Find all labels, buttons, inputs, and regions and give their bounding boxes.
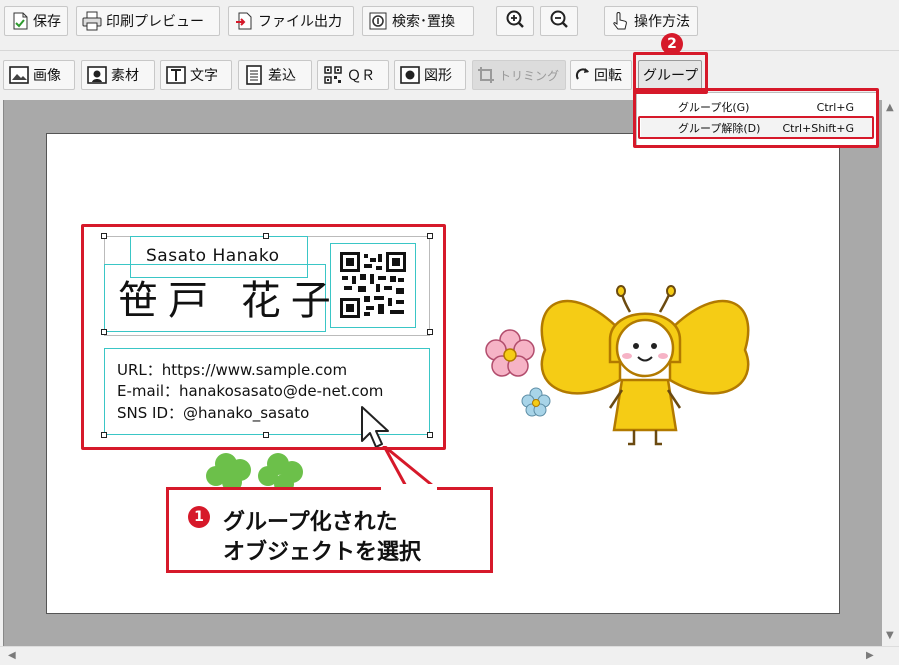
material-button[interactable]: 素材: [81, 60, 155, 90]
hand-pointer-icon: [609, 10, 631, 32]
search-replace-button[interactable]: 検索･置換: [362, 6, 474, 36]
scroll-up-arrow-icon[interactable]: ▲: [886, 102, 894, 113]
file-output-label: ファイル出力: [258, 14, 342, 30]
selected-group-highlight: [81, 224, 446, 450]
print-preview-button[interactable]: 印刷プレビュー: [76, 6, 220, 36]
merge-button[interactable]: 差込: [238, 60, 312, 90]
save-button[interactable]: 保存: [4, 6, 68, 36]
image-button[interactable]: 画像: [3, 60, 75, 90]
text-tool-icon: [165, 64, 187, 86]
material-label: 素材: [111, 68, 139, 84]
horizontal-scrollbar[interactable]: ◀ ▶: [0, 646, 899, 665]
scroll-down-arrow-icon[interactable]: ▼: [886, 630, 894, 641]
zoom-in-button[interactable]: [496, 6, 534, 36]
help-label: 操作方法: [634, 14, 690, 30]
save-label: 保存: [33, 14, 61, 30]
callout-line1: グループ化された: [223, 510, 398, 535]
step1-badge: 1: [188, 506, 210, 528]
print-preview-label: 印刷プレビュー: [106, 14, 204, 30]
merge-label: 差込: [268, 68, 296, 84]
rotate-button[interactable]: 回転: [570, 60, 632, 90]
material-icon: [86, 64, 108, 86]
trim-label: トリミング: [498, 68, 559, 83]
shape-icon: [399, 64, 421, 86]
shape-button[interactable]: 図形: [394, 60, 466, 90]
document-list-icon: [243, 64, 265, 86]
blue-flower-icon: [521, 387, 551, 417]
step1-callout: 1 グループ化された オブジェクトを選択: [166, 487, 493, 573]
rotate-label: 回転: [594, 68, 622, 84]
callout-joint: [381, 484, 437, 490]
zoom-out-button[interactable]: [540, 6, 578, 36]
save-icon: [9, 10, 30, 32]
step2-badge: 2: [661, 33, 683, 55]
top-toolbar: 保存 印刷プレビュー ファイル出力 検索･置換 操作方法: [0, 0, 899, 44]
shape-label: 図形: [424, 68, 452, 84]
clover-decoration-icon: [206, 453, 303, 490]
butterfly-character-illustration: [485, 285, 750, 446]
trim-button[interactable]: トリミング: [472, 60, 566, 90]
rotate-icon: [575, 64, 591, 86]
qr-label: ＱＲ: [347, 68, 375, 84]
search-replace-label: 検索･置換: [392, 14, 455, 30]
zoom-out-icon: [549, 9, 569, 33]
pink-flower-icon: [485, 329, 535, 377]
qr-code-icon: [322, 64, 344, 86]
callout-line2: オブジェクトを選択: [223, 540, 422, 565]
file-output-button[interactable]: ファイル出力: [228, 6, 354, 36]
scroll-right-arrow-icon[interactable]: ▶: [866, 650, 874, 661]
help-button[interactable]: 操作方法: [604, 6, 698, 36]
text-button[interactable]: 文字: [160, 60, 232, 90]
vertical-scrollbar[interactable]: ▲ ▼: [882, 100, 899, 646]
image-label: 画像: [33, 68, 61, 84]
search-replace-icon: [367, 10, 389, 32]
qr-button[interactable]: ＱＲ: [317, 60, 389, 90]
ungroup-item-highlight: [638, 116, 874, 139]
printer-icon: [81, 10, 103, 32]
zoom-in-icon: [505, 9, 525, 33]
crop-icon: [477, 64, 496, 86]
image-icon: [8, 64, 30, 86]
text-label: 文字: [190, 68, 218, 84]
file-export-icon: [233, 10, 255, 32]
scroll-left-arrow-icon[interactable]: ◀: [8, 650, 16, 661]
